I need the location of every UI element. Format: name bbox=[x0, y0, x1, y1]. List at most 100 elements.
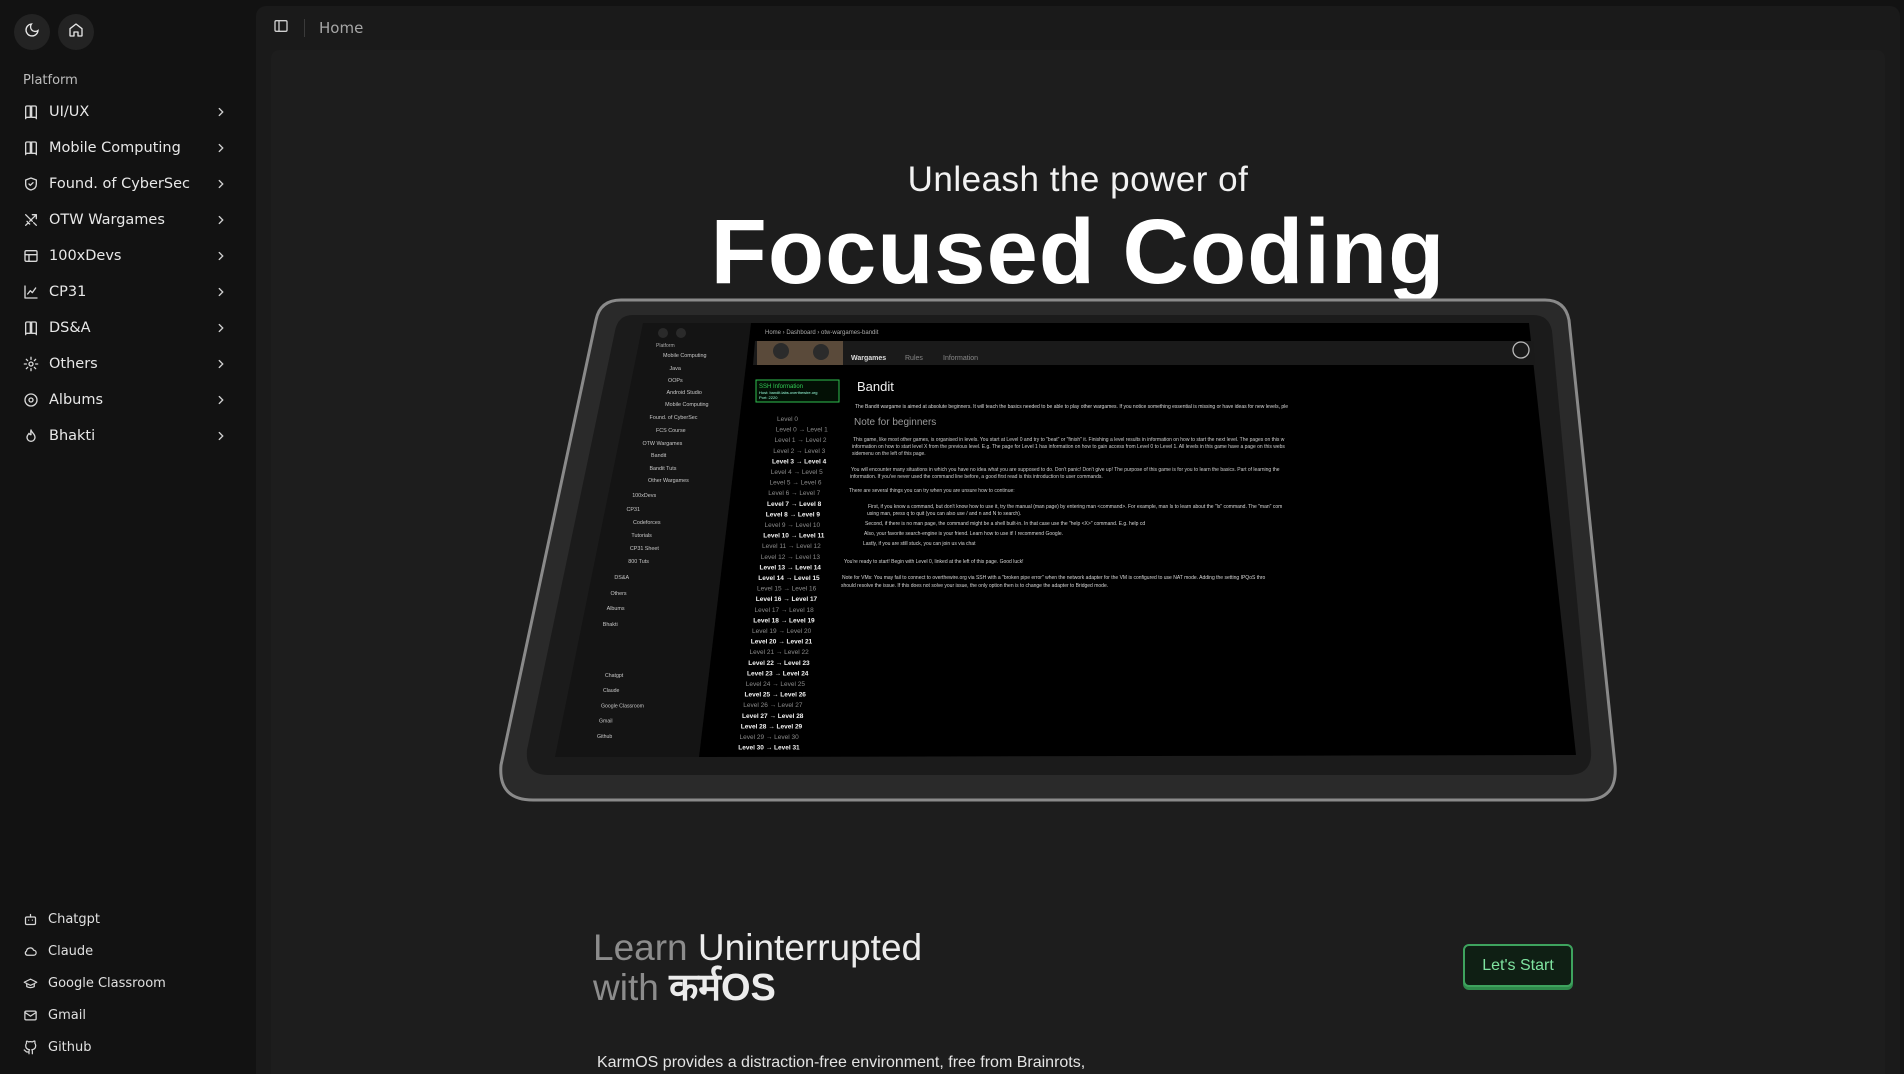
sidebar-item-mobile-computing[interactable]: Mobile Computing bbox=[14, 130, 236, 166]
preview-ready: You're ready to start! Begin with Level … bbox=[844, 559, 1024, 565]
chevron-right-icon bbox=[214, 249, 228, 263]
sidebar-item-label: OTW Wargames bbox=[49, 212, 165, 228]
learn-emphasis: Uninterrupted bbox=[697, 927, 923, 968]
preview-sidebar-item: Java bbox=[669, 366, 680, 372]
preview-sidebar-item: CP31 Sheet bbox=[630, 546, 660, 552]
bottom-link-label: Github bbox=[48, 1039, 92, 1055]
preview-sidebar-item: DS&A bbox=[614, 575, 629, 581]
theme-toggle-button[interactable] bbox=[14, 14, 50, 50]
preview-paragraph: This game, like most other games, is org… bbox=[853, 437, 1285, 443]
sidebar-item-label: CP31 bbox=[49, 284, 87, 300]
bot-icon bbox=[23, 912, 38, 927]
sidebar-toggle-button[interactable] bbox=[272, 19, 290, 37]
sidebar-item-albums[interactable]: Albums bbox=[14, 382, 236, 418]
sidebar-item-label: Others bbox=[49, 356, 98, 372]
sidebar-item-others[interactable]: Others bbox=[14, 346, 236, 382]
lets-start-button[interactable]: Let's Start bbox=[1463, 944, 1573, 987]
sidebar-item-found-of-cybersec[interactable]: Found. of CyberSec bbox=[14, 166, 236, 202]
sidebar-item-cp31[interactable]: CP31 bbox=[14, 274, 236, 310]
preview-level-item: Level 7 → Level 8 bbox=[767, 501, 822, 508]
swords-icon bbox=[23, 212, 39, 228]
brand-logo: कर्मOS bbox=[669, 967, 776, 1009]
github-icon bbox=[23, 1039, 38, 1055]
sidebar: Platform UI/UX Mobile Computing Found. of … bbox=[0, 0, 254, 1074]
sidebar-item-bhakti[interactable]: Bhakti bbox=[14, 418, 236, 454]
divider bbox=[304, 19, 305, 37]
preview-tip: Lastly, if you are still stuck, you can … bbox=[863, 541, 976, 547]
preview-sidebar-link: Claude bbox=[603, 688, 620, 694]
preview-ssh-port: Port: 2220 bbox=[759, 395, 778, 400]
preview-level-item: Level 28 → Level 29 bbox=[741, 723, 803, 730]
learn-tagline: Learn Uninterrupted with कर्मOS bbox=[593, 927, 923, 1009]
preview-level-item: Level 18 → Level 19 bbox=[753, 617, 815, 624]
preview-sidebar-item: Mobile Computing bbox=[665, 402, 708, 408]
preview-sidebar-item: Tutorials bbox=[631, 533, 652, 539]
preview-sidebar-item: FCS Course bbox=[656, 428, 686, 434]
preview-level-item: Level 21 → Level 22 bbox=[750, 649, 810, 656]
preview-level-item: Level 2 → Level 3 bbox=[773, 448, 825, 455]
sidebar-item-label: Found. of CyberSec bbox=[49, 176, 190, 192]
preview-level-item: Level 19 → Level 20 bbox=[752, 628, 812, 635]
book-icon bbox=[23, 320, 39, 336]
mail-icon bbox=[23, 1008, 38, 1023]
preview-level-item: Level 16 → Level 17 bbox=[756, 596, 818, 603]
preview-sidebar-item: Albums bbox=[607, 606, 625, 612]
preview-level-item: Level 12 → Level 13 bbox=[761, 554, 821, 561]
preview-level-item: Level 0 → Level 1 bbox=[776, 427, 828, 434]
preview-moon-icon bbox=[658, 328, 668, 338]
preview-paragraph: information. If you've never used the co… bbox=[850, 474, 1103, 480]
preview-sidebar-item: CP31 bbox=[627, 507, 641, 513]
bottom-link-label: Google Classroom bbox=[48, 975, 166, 991]
preview-sidebar-item: Other Wargames bbox=[648, 478, 689, 484]
preview-tab: Rules bbox=[905, 355, 923, 362]
table-icon bbox=[23, 248, 39, 264]
chart-icon bbox=[23, 284, 39, 300]
home-button[interactable] bbox=[58, 14, 94, 50]
bottom-link-github[interactable]: Github bbox=[14, 1031, 236, 1063]
sidebar-item-label: UI/UX bbox=[49, 104, 90, 120]
sidebar-item-label: Bhakti bbox=[49, 428, 96, 444]
learn-with: with bbox=[593, 967, 659, 1008]
preview-sidebar-item: 100xDevs bbox=[632, 493, 656, 499]
preview-level-item: Level 25 → Level 26 bbox=[745, 692, 807, 699]
sidebar-item-label: Albums bbox=[49, 392, 104, 408]
preview-page-title: Bandit bbox=[857, 379, 894, 394]
preview-paragraph: There are several things you can try whe… bbox=[849, 488, 1015, 494]
preview-sidebar-item: Mobile Computing bbox=[663, 353, 706, 359]
chevron-right-icon bbox=[214, 285, 228, 299]
preview-level-item: Level 24 → Level 25 bbox=[746, 681, 806, 688]
preview-home-icon bbox=[676, 328, 686, 338]
sidebar-item-100xdevs[interactable]: 100xDevs bbox=[14, 238, 236, 274]
main-frame: Home Unleash the power of Focused Coding bbox=[256, 6, 1900, 1074]
chevron-right-icon bbox=[214, 321, 228, 335]
preview-level-item: Level 26 → Level 27 bbox=[743, 702, 803, 709]
bottom-link-chatgpt[interactable]: Chatgpt bbox=[14, 903, 236, 935]
sidebar-item-ui-ux[interactable]: UI/UX bbox=[14, 94, 236, 130]
bottom-link-gmail[interactable]: Gmail bbox=[14, 999, 236, 1031]
preview-tip: using man, press q to quit (you can also… bbox=[867, 511, 1021, 517]
preview-level-item: Level 3 → Level 4 bbox=[772, 458, 827, 465]
chevron-right-icon bbox=[214, 177, 228, 191]
breadcrumb[interactable]: Home bbox=[319, 19, 363, 37]
shield-icon bbox=[23, 176, 39, 192]
preview-sidebar-link: Gmail bbox=[599, 719, 613, 725]
sidebar-item-label: 100xDevs bbox=[49, 248, 122, 264]
bottom-link-google-classroom[interactable]: Google Classroom bbox=[14, 967, 236, 999]
preview-vm-note: Note for VMs: You may fail to connect to… bbox=[842, 575, 1266, 581]
preview-note-heading: Note for beginners bbox=[854, 417, 936, 428]
bottom-link-claude[interactable]: Claude bbox=[14, 935, 236, 967]
preview-tip: Second, if there is no man page, the com… bbox=[865, 521, 1145, 527]
preview-banner-cat bbox=[773, 343, 789, 359]
preview-level-item: Level 22 → Level 23 bbox=[748, 660, 810, 667]
home-content: Unleash the power of Focused Coding Warg… bbox=[271, 50, 1885, 1074]
sidebar-item-otw-wargames[interactable]: OTW Wargames bbox=[14, 202, 236, 238]
preview-sidebar-item: OOPs bbox=[668, 378, 683, 384]
chevron-right-icon bbox=[214, 105, 228, 119]
preview-level-item: Level 5 → Level 6 bbox=[770, 480, 822, 487]
flame-icon bbox=[23, 428, 39, 444]
preview-sidebar-item: Bandit Tuts bbox=[649, 466, 676, 472]
chevron-right-icon bbox=[214, 141, 228, 155]
sidebar-item-ds-a[interactable]: DS&A bbox=[14, 310, 236, 346]
chevron-right-icon bbox=[214, 429, 228, 443]
bottom-link-label: Claude bbox=[48, 943, 94, 959]
